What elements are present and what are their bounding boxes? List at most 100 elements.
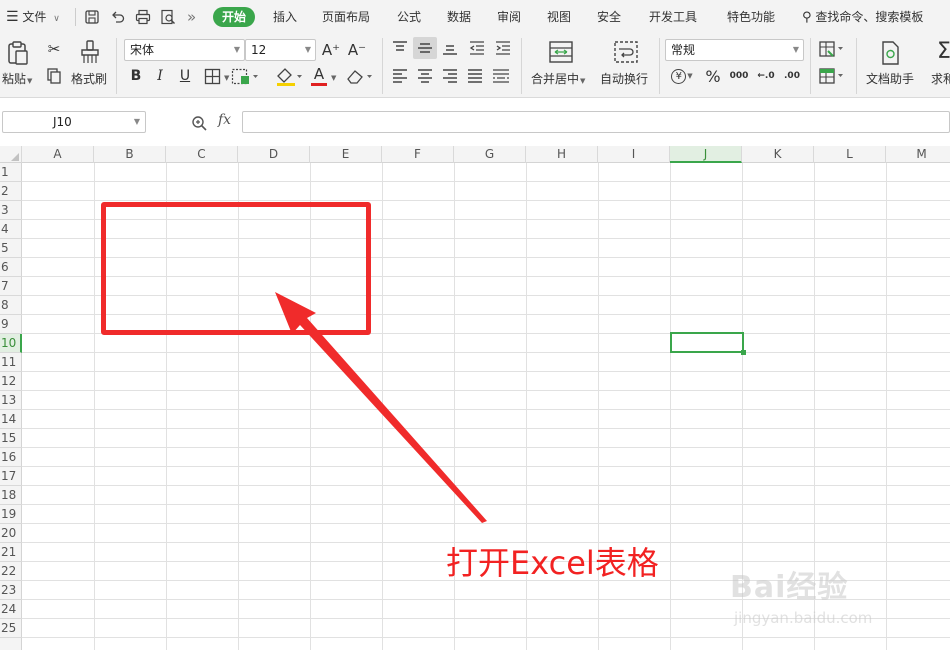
align-left-icon[interactable] xyxy=(391,68,409,84)
row-header[interactable]: 3 xyxy=(0,201,22,220)
font-size-select[interactable]: 12 ▼ xyxy=(245,39,316,61)
column-header[interactable]: F xyxy=(382,146,454,163)
decrease-indent-icon[interactable] xyxy=(468,40,486,56)
column-header[interactable]: H xyxy=(526,146,598,163)
clear-eraser-icon[interactable] xyxy=(346,68,374,85)
borders-icon[interactable] xyxy=(204,68,221,85)
save-icon[interactable] xyxy=(84,9,100,25)
align-bottom-icon[interactable] xyxy=(441,40,459,56)
distributed-align-icon[interactable] xyxy=(491,68,511,84)
print-preview-icon[interactable] xyxy=(160,9,176,25)
grow-font-icon[interactable]: A⁺ xyxy=(321,40,341,60)
row-header[interactable]: 19 xyxy=(0,505,22,524)
paste-icon[interactable] xyxy=(5,40,31,66)
sum-label[interactable]: 求和 xyxy=(931,70,950,87)
merge-center-button[interactable]: 合并居中▼ xyxy=(531,70,585,87)
name-box[interactable]: J10 ▼ xyxy=(2,111,146,133)
number-format-select[interactable]: 常规 ▼ xyxy=(665,39,804,61)
percent-button[interactable]: % xyxy=(703,67,723,86)
document-assistant-label[interactable]: 文档助手 xyxy=(866,70,914,87)
thousands-separator-button[interactable]: 000 xyxy=(729,67,749,85)
tab-page-layout[interactable]: 页面布局 xyxy=(322,0,370,34)
row-header[interactable]: 15 xyxy=(0,429,22,448)
font-name-select[interactable]: 宋体 ▼ xyxy=(124,39,245,61)
row-header[interactable]: 4 xyxy=(0,220,22,239)
row-header[interactable]: 20 xyxy=(0,524,22,543)
wrap-text-label[interactable]: 自动换行 xyxy=(600,70,648,87)
select-all-corner[interactable] xyxy=(0,146,22,163)
chevron-down-icon[interactable]: ▼ xyxy=(224,74,229,82)
tab-security[interactable]: 安全 xyxy=(597,0,621,34)
command-search[interactable]: ⚲ 查找命令、搜索模板 xyxy=(802,0,923,34)
row-header-active[interactable]: 10 xyxy=(0,334,22,353)
insert-function-button[interactable]: fx xyxy=(218,112,231,128)
column-header[interactable]: G xyxy=(454,146,526,163)
column-header[interactable]: B xyxy=(94,146,166,163)
document-assistant-icon[interactable] xyxy=(879,40,901,66)
row-header[interactable]: 11 xyxy=(0,353,22,372)
paste-button[interactable]: 粘贴▼ xyxy=(2,70,32,87)
format-painter-icon[interactable] xyxy=(79,39,101,65)
sum-icon[interactable]: Σ xyxy=(935,38,950,64)
table-style-icon[interactable] xyxy=(818,67,846,85)
row-header[interactable]: 12 xyxy=(0,372,22,391)
column-header[interactable]: I xyxy=(598,146,670,163)
align-center-icon[interactable] xyxy=(416,68,434,84)
formula-input[interactable] xyxy=(242,111,950,133)
row-header[interactable]: 1 xyxy=(0,163,22,182)
justify-icon[interactable] xyxy=(466,68,484,84)
row-header[interactable]: 22 xyxy=(0,562,22,581)
row-header[interactable]: 25 xyxy=(0,619,22,638)
font-color-icon[interactable]: A xyxy=(310,65,328,83)
column-header[interactable]: D xyxy=(238,146,310,163)
tab-view[interactable]: 视图 xyxy=(547,0,571,34)
row-header[interactable]: 8 xyxy=(0,296,22,315)
align-top-icon[interactable] xyxy=(391,40,409,56)
column-header[interactable]: E xyxy=(310,146,382,163)
merge-center-icon[interactable] xyxy=(548,40,574,64)
tab-special-features[interactable]: 特色功能 xyxy=(727,0,775,34)
increase-decimal-button[interactable]: ←.0 xyxy=(755,67,777,85)
row-header[interactable]: 9 xyxy=(0,315,22,334)
column-header-active[interactable]: J xyxy=(670,146,742,163)
row-header[interactable]: 6 xyxy=(0,258,22,277)
row-header[interactable]: 17 xyxy=(0,467,22,486)
tab-insert[interactable]: 插入 xyxy=(273,0,297,34)
increase-indent-icon[interactable] xyxy=(494,40,512,56)
more-commands-icon[interactable]: » xyxy=(187,0,196,34)
decrease-decimal-button[interactable]: .00 xyxy=(781,67,803,85)
column-header[interactable]: L xyxy=(814,146,886,163)
shrink-font-icon[interactable]: A⁻ xyxy=(347,40,367,60)
row-header[interactable]: 2 xyxy=(0,182,22,201)
currency-format-button[interactable]: ¥ ▼ xyxy=(668,67,696,85)
row-header[interactable]: 14 xyxy=(0,410,22,429)
print-icon[interactable] xyxy=(135,9,151,25)
column-header[interactable]: A xyxy=(22,146,94,163)
file-menu[interactable]: ☰ 文件 ∨ xyxy=(6,0,60,34)
underline-button[interactable]: U xyxy=(176,67,194,85)
column-header[interactable]: C xyxy=(166,146,238,163)
italic-button[interactable]: I xyxy=(151,67,169,85)
undo-icon[interactable] xyxy=(110,9,126,25)
tab-review[interactable]: 审阅 xyxy=(497,0,521,34)
tab-home[interactable]: 开始 xyxy=(213,7,256,27)
align-middle-button[interactable] xyxy=(413,37,437,59)
fill-handle[interactable] xyxy=(741,350,746,355)
row-header[interactable]: 24 xyxy=(0,600,22,619)
chevron-down-icon[interactable]: ▼ xyxy=(331,74,336,82)
active-cell-j10[interactable] xyxy=(670,332,746,355)
conditional-format-icon[interactable] xyxy=(818,40,846,58)
align-right-icon[interactable] xyxy=(441,68,459,84)
row-header[interactable]: 16 xyxy=(0,448,22,467)
cell-style-icon[interactable] xyxy=(231,68,259,85)
format-painter-label[interactable]: 格式刷 xyxy=(71,70,107,87)
row-header[interactable]: 7 xyxy=(0,277,22,296)
cut-icon[interactable]: ✂ xyxy=(45,40,63,58)
row-header[interactable]: 5 xyxy=(0,239,22,258)
tab-developer[interactable]: 开发工具 xyxy=(649,0,697,34)
zoom-formula-icon[interactable] xyxy=(191,115,209,131)
row-header[interactable]: 21 xyxy=(0,543,22,562)
row-header[interactable]: 23 xyxy=(0,581,22,600)
row-header[interactable]: 18 xyxy=(0,486,22,505)
fill-color-icon[interactable] xyxy=(275,67,303,87)
